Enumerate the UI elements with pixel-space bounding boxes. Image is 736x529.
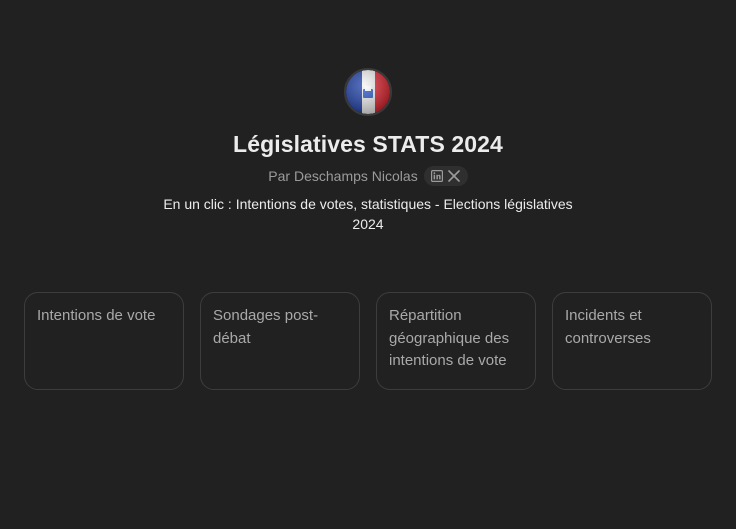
author-prefix: Par: [268, 168, 291, 184]
starter-card-incidents-controverses[interactable]: Incidents et controverses: [552, 292, 712, 390]
gpt-title: Législatives STATS 2024: [233, 131, 503, 157]
gpt-header: Législatives STATS 2024 Par Deschamps Ni…: [0, 68, 736, 234]
starter-card-sondages-post-debat[interactable]: Sondages post-débat: [200, 292, 360, 390]
gpt-description: En un clic : Intentions de votes, statis…: [163, 196, 573, 232]
gpt-author-byline: Par Deschamps Nicolas: [268, 166, 468, 186]
author-social-links: [423, 166, 468, 186]
french-flag-ballot-icon: [346, 70, 390, 114]
starter-card-repartition-geographique[interactable]: Répartition géographique des intentions …: [376, 292, 536, 390]
conversation-starters: Intentions de vote Sondages post-débat R…: [24, 292, 712, 390]
starter-card-intentions-de-vote[interactable]: Intentions de vote: [24, 292, 184, 390]
author-name: Deschamps Nicolas: [293, 168, 418, 184]
x-icon[interactable]: [448, 170, 461, 183]
gpt-avatar: [344, 68, 392, 116]
gpt-landing-page: Législatives STATS 2024 Par Deschamps Ni…: [0, 0, 736, 529]
linkedin-icon[interactable]: [431, 170, 444, 183]
